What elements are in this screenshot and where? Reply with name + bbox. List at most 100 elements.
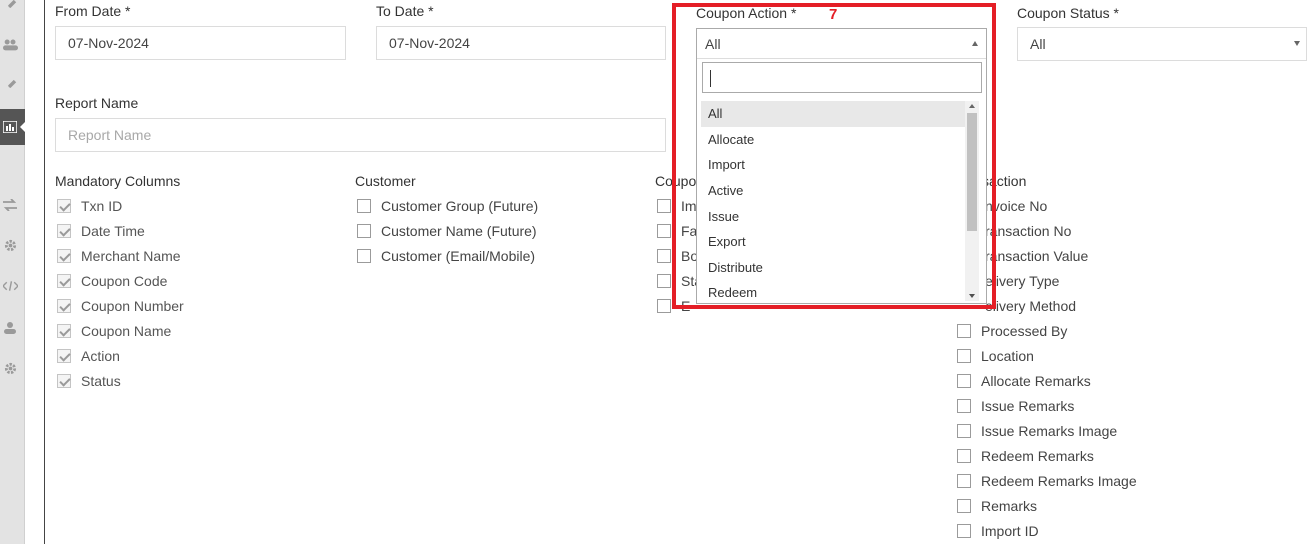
from-date-input[interactable]: 07-Nov-2024	[55, 26, 346, 60]
checkbox[interactable]	[957, 424, 971, 438]
transaction-column-item[interactable]: Issue Remarks Image	[957, 421, 1117, 441]
transaction-column-item[interactable]: Redeem Remarks Image	[957, 471, 1137, 491]
customer-column-item[interactable]: Customer (Email/Mobile)	[357, 246, 535, 266]
rocket-icon[interactable]	[0, 76, 20, 94]
dropdown-option[interactable]: Allocate	[701, 127, 968, 153]
coupon-status-value: All	[1030, 36, 1046, 52]
transaction-column-item[interactable]: Import ID	[957, 521, 1039, 541]
checkbox-label: elivery Type	[985, 273, 1060, 289]
transaction-column-item[interactable]: ransaction No	[985, 221, 1071, 241]
checkbox-label: Fa	[681, 223, 698, 239]
customer-column-item[interactable]: Customer Group (Future)	[357, 196, 538, 216]
scroll-up-arrow-icon[interactable]	[969, 104, 975, 108]
sidebar	[0, 0, 26, 544]
checkbox[interactable]	[957, 449, 971, 463]
user-icon[interactable]	[0, 318, 20, 336]
users-icon[interactable]	[0, 35, 20, 53]
to-date-input[interactable]: 07-Nov-2024	[376, 26, 666, 60]
transaction-column-item[interactable]: nvoice No	[985, 196, 1047, 216]
checkbox[interactable]	[957, 374, 971, 388]
transaction-column-item[interactable]: elivery Method	[985, 296, 1076, 316]
transaction-column-item[interactable]: Location	[957, 346, 1034, 366]
checkbox[interactable]	[657, 274, 671, 288]
transaction-column-item[interactable]: ransaction Value	[985, 246, 1088, 266]
report-name-label: Report Name	[55, 95, 139, 111]
dropdown-search-input[interactable]	[702, 62, 982, 93]
checkbox-label: ransaction No	[985, 223, 1072, 239]
report-name-input[interactable]: Report Name	[55, 118, 666, 152]
checkbox-label: E	[681, 298, 691, 314]
to-date-label: To Date *	[376, 3, 434, 19]
transaction-column-item[interactable]: elivery Type	[985, 271, 1059, 291]
coupon-status-select[interactable]: All	[1017, 27, 1307, 61]
checkbox[interactable]	[657, 299, 671, 313]
checkbox[interactable]	[957, 499, 971, 513]
checkbox-label: Issue Remarks Image	[981, 423, 1118, 439]
checkbox[interactable]	[357, 249, 371, 263]
coupon-column-item[interactable]: Im	[657, 196, 697, 216]
checkbox-label: Customer (Email/Mobile)	[381, 248, 536, 264]
dropdown-option[interactable]: All	[701, 101, 968, 127]
transaction-column-item[interactable]: Processed By	[957, 321, 1067, 341]
scroll-down-arrow-icon[interactable]	[969, 294, 975, 298]
checkbox-label: nvoice No	[985, 198, 1048, 214]
dropdown-option[interactable]: Issue	[701, 203, 968, 229]
mandatory-columns-heading: Mandatory Columns	[55, 173, 181, 189]
checkbox-label: Date Time	[81, 223, 145, 239]
checkbox-label: Customer Group (Future)	[381, 198, 539, 214]
mandatory-column-item: Action	[57, 346, 120, 366]
transaction-column-item[interactable]: Issue Remarks	[957, 396, 1074, 416]
mandatory-column-item: Status	[57, 371, 121, 391]
checkbox-label: Remarks	[981, 498, 1038, 514]
chevron-down-icon	[1294, 41, 1300, 46]
dropdown-option[interactable]: Export	[701, 229, 968, 255]
customer-column-item[interactable]: Customer Name (Future)	[357, 221, 537, 241]
mandatory-column-item: Coupon Name	[57, 321, 171, 341]
dropdown-option[interactable]: Import	[701, 152, 968, 178]
coupon-action-dropdown[interactable]: All All Allocate Import Active Issue Exp…	[696, 28, 987, 304]
gear-icon[interactable]	[0, 236, 20, 254]
transaction-column-item[interactable]: Redeem Remarks	[957, 446, 1094, 466]
checkbox	[57, 274, 71, 288]
checkbox[interactable]	[357, 224, 371, 238]
checkbox-label: Customer Name (Future)	[381, 223, 537, 239]
checkbox-label: ransaction Value	[985, 248, 1089, 264]
report-chart-icon[interactable]	[0, 118, 20, 136]
checkbox[interactable]	[657, 249, 671, 263]
dropdown-option[interactable]: Distribute	[701, 255, 968, 281]
code-icon[interactable]	[0, 277, 20, 295]
gear-icon[interactable]	[0, 359, 20, 377]
checkbox[interactable]	[657, 199, 671, 213]
coupon-column-item[interactable]: E	[657, 296, 690, 316]
checkbox[interactable]	[957, 524, 971, 538]
mandatory-column-item: Date Time	[57, 221, 145, 241]
checkbox[interactable]	[957, 474, 971, 488]
coupon-status-label: Coupon Status *	[1017, 5, 1119, 21]
checkbox[interactable]	[957, 399, 971, 413]
scrollbar-thumb[interactable]	[967, 113, 977, 231]
transfer-icon[interactable]	[0, 196, 20, 214]
checkbox	[57, 224, 71, 238]
coupon-action-select[interactable]: All	[697, 29, 986, 59]
dropdown-option[interactable]: Redeem	[701, 280, 968, 301]
checkbox[interactable]	[957, 324, 971, 338]
content-divider	[44, 0, 45, 544]
dropdown-scrollbar[interactable]	[965, 101, 979, 301]
transaction-column-item[interactable]: Allocate Remarks	[957, 371, 1091, 391]
checkbox	[57, 374, 71, 388]
checkbox-label: Redeem Remarks	[981, 448, 1094, 464]
transaction-column-item[interactable]: Remarks	[957, 496, 1037, 516]
checkbox[interactable]	[357, 199, 371, 213]
checkbox[interactable]	[657, 224, 671, 238]
mandatory-column-item: Coupon Code	[57, 271, 167, 291]
rocket-icon[interactable]	[0, 0, 20, 14]
checkbox-label: Location	[981, 348, 1034, 364]
coupon-action-label: Coupon Action *	[696, 5, 797, 21]
coupon-column-item[interactable]: Fa	[657, 221, 697, 241]
checkbox-label: elivery Method	[985, 298, 1077, 314]
coupon-column-item[interactable]: Bo	[657, 246, 698, 266]
checkbox[interactable]	[957, 349, 971, 363]
checkbox	[57, 349, 71, 363]
dropdown-option[interactable]: Active	[701, 178, 968, 204]
checkbox	[57, 249, 71, 263]
